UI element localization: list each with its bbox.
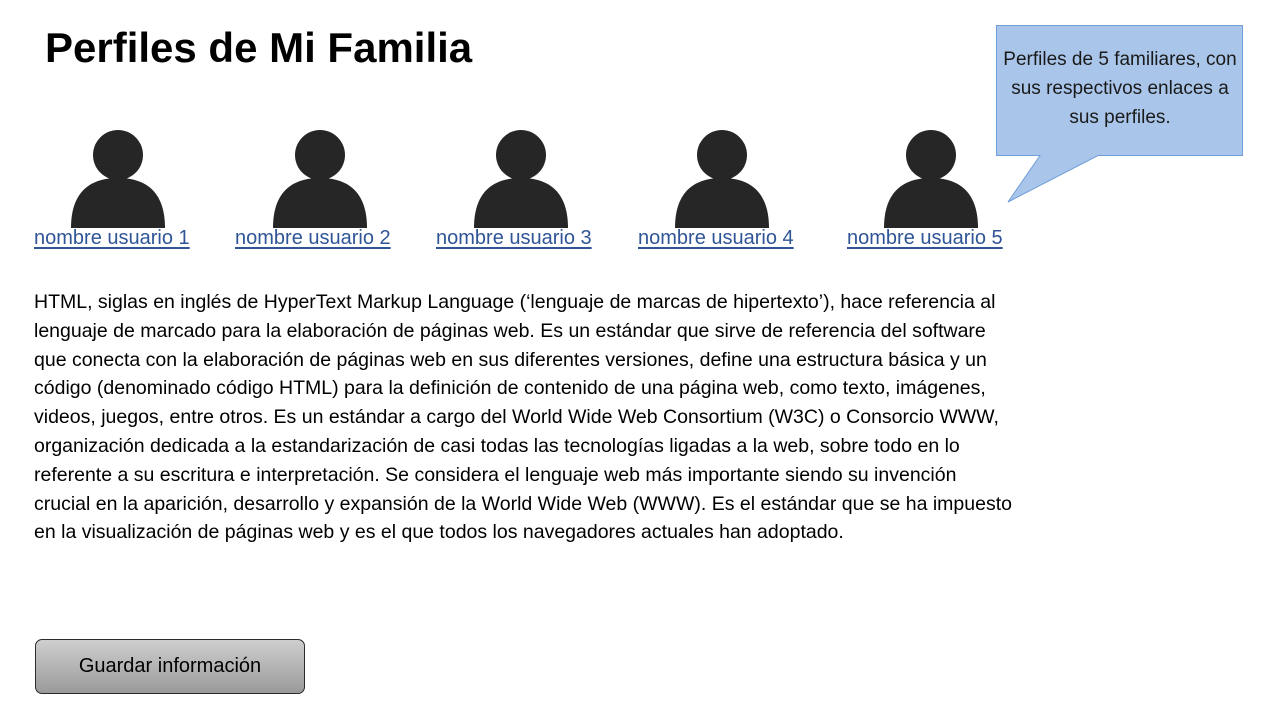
- user-silhouette-icon[interactable]: [672, 128, 772, 230]
- user-silhouette-icon[interactable]: [68, 128, 168, 230]
- page-title: Perfiles de Mi Familia: [45, 24, 473, 71]
- profile-link-3[interactable]: nombre usuario 3: [436, 227, 592, 250]
- profile-card-2: nombre usuario 2: [235, 128, 415, 258]
- profile-link-4[interactable]: nombre usuario 4: [638, 227, 794, 250]
- description-paragraph: HTML, siglas en inglés de HyperText Mark…: [34, 291, 1012, 544]
- profile-link-2[interactable]: nombre usuario 2: [235, 227, 391, 250]
- callout-text: Perfiles de 5 familiares, con sus respec…: [1003, 49, 1237, 128]
- user-silhouette-icon[interactable]: [471, 128, 571, 230]
- profile-card-3: nombre usuario 3: [436, 128, 616, 258]
- profile-link-1[interactable]: nombre usuario 1: [34, 227, 190, 250]
- profile-link-5[interactable]: nombre usuario 5: [847, 227, 1003, 250]
- save-button[interactable]: Guardar información: [35, 639, 305, 694]
- profile-card-1: nombre usuario 1: [34, 128, 214, 258]
- annotation-callout: Perfiles de 5 familiares, con sus respec…: [996, 25, 1244, 205]
- profile-card-4: nombre usuario 4: [638, 128, 818, 258]
- user-silhouette-icon[interactable]: [881, 128, 981, 230]
- user-silhouette-icon[interactable]: [270, 128, 370, 230]
